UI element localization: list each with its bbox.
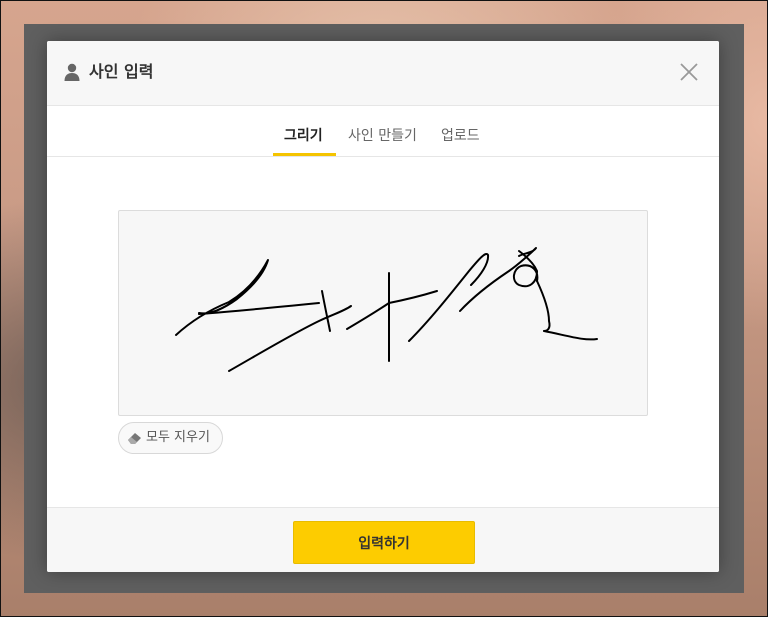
window-border <box>0 0 768 617</box>
